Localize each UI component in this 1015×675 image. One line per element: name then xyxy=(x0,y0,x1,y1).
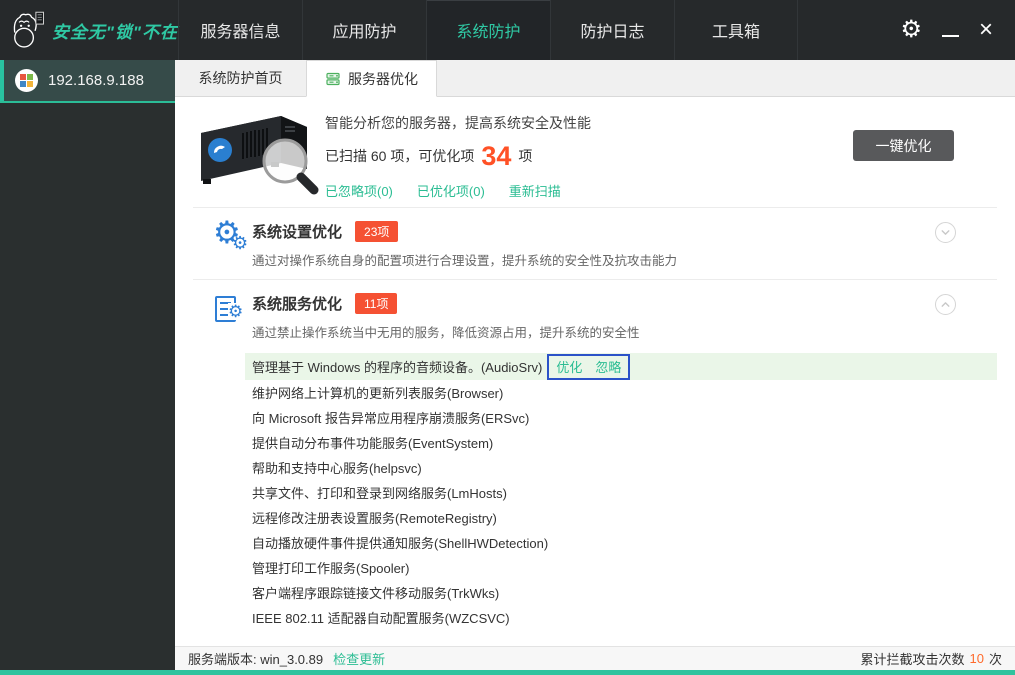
optimized-items-link[interactable]: 已优化项(0) xyxy=(417,181,485,200)
blocked-attacks-label: 累计拦截攻击次数 xyxy=(861,649,965,668)
service-action-box: 优化 忽略 xyxy=(547,354,630,380)
scan-links-row: 已忽略项(0) 已优化项(0) 重新扫描 xyxy=(325,181,591,200)
scan-summary-panel: 智能分析您的服务器，提高系统安全及性能 已扫描 60 项，可优化项 34 项 已… xyxy=(175,97,1015,207)
nav-item-protection-logs[interactable]: 防护日志 xyxy=(550,0,674,60)
scan-counts-line: 已扫描 60 项，可优化项 34 项 xyxy=(325,144,591,168)
nav-item-server-info[interactable]: 服务器信息 xyxy=(178,0,302,60)
service-row-lmhosts[interactable]: 共享文件、打印和登录到网络服务(LmHosts) xyxy=(245,480,997,505)
bottom-accent-strip xyxy=(0,670,1015,675)
service-label: 帮助和支持中心服务(helpsvc) xyxy=(252,458,422,477)
section-title: 系统服务优化 xyxy=(252,293,342,314)
server-version-label: 服务端版本: win_3.0.89 xyxy=(188,649,323,668)
settings-gear-icon[interactable]: ⚙ xyxy=(900,18,922,42)
blocked-attacks-counter: 累计拦截攻击次数 10 次 xyxy=(861,649,1003,668)
status-bar: 服务端版本: win_3.0.89 检查更新 累计拦截攻击次数 10 次 xyxy=(175,646,1015,670)
service-label: 管理基于 Windows 的程序的音频设备。(AudioSrv) xyxy=(252,357,542,376)
section-system-services: ⚙ 系统服务优化 11项 通过禁止操作系统当中无用的服务，降低资源占用，提升系统… xyxy=(175,280,1015,351)
ignored-items-link[interactable]: 已忽略项(0) xyxy=(325,181,393,200)
chevron-down-icon xyxy=(939,226,952,239)
blocked-attacks-count: 10 xyxy=(970,651,984,666)
service-row-ersvc[interactable]: 向 Microsoft 报告异常应用程序崩溃服务(ERSvc) xyxy=(245,405,997,430)
service-label: 提供自动分布事件功能服务(EventSystem) xyxy=(252,433,493,452)
service-label: 维护网络上计算机的更新列表服务(Browser) xyxy=(252,383,503,402)
service-label: 共享文件、打印和登录到网络服务(LmHosts) xyxy=(252,483,507,502)
windows-icon xyxy=(15,69,38,92)
item-count-badge: 11项 xyxy=(355,293,397,314)
scan-text-block: 智能分析您的服务器，提高系统安全及性能 已扫描 60 项，可优化项 34 项 已… xyxy=(325,113,591,200)
nav-item-system-protection[interactable]: 系统防护 xyxy=(426,0,550,60)
section-description: 通过禁止操作系统当中无用的服务，降低资源占用，提升系统的安全性 xyxy=(252,322,925,341)
one-click-optimize-button[interactable]: 一键优化 xyxy=(853,130,954,161)
tab-system-protection-home[interactable]: 系统防护首页 xyxy=(175,60,306,96)
server-sidebar: 192.168.9.188 xyxy=(0,60,175,670)
chevron-up-icon xyxy=(939,298,952,311)
service-row-helpsvc[interactable]: 帮助和支持中心服务(helpsvc) xyxy=(245,455,997,480)
server-stack-icon xyxy=(325,71,341,87)
app-logo-slogan: 安全无"锁"不在 xyxy=(52,18,178,43)
app-logo-icon xyxy=(8,5,47,55)
blocked-attacks-unit: 次 xyxy=(989,649,1002,668)
service-row-eventsystem[interactable]: 提供自动分布事件功能服务(EventSystem) xyxy=(245,430,997,455)
service-label: 向 Microsoft 报告异常应用程序崩溃服务(ERSvc) xyxy=(252,408,529,427)
service-label: 客户端程序跟踪链接文件移动服务(TrkWks) xyxy=(252,583,499,602)
service-list-icon: ⚙ xyxy=(215,295,249,331)
service-row-browser[interactable]: 维护网络上计算机的更新列表服务(Browser) xyxy=(245,380,997,405)
scan-headline: 智能分析您的服务器，提高系统安全及性能 xyxy=(325,113,591,133)
expand-section-button[interactable] xyxy=(935,222,956,243)
tab-server-optimization-label: 服务器优化 xyxy=(348,69,418,89)
service-row-audiosrv[interactable]: 管理基于 Windows 的程序的音频设备。(AudioSrv) 优化 忽略 xyxy=(245,353,997,380)
check-update-link[interactable]: 检查更新 xyxy=(333,649,385,668)
minimize-button[interactable] xyxy=(942,23,959,37)
rescan-link[interactable]: 重新扫描 xyxy=(509,181,561,200)
server-ip-label: 192.168.9.188 xyxy=(48,72,144,89)
scanned-suffix-text: 项 xyxy=(518,146,532,166)
service-list: 管理基于 Windows 的程序的音频设备。(AudioSrv) 优化 忽略 维… xyxy=(175,353,1015,630)
tab-server-optimization[interactable]: 服务器优化 xyxy=(306,60,437,97)
service-row-remoteregistry[interactable]: 远程修改注册表设置服务(RemoteRegistry) xyxy=(245,505,997,530)
gears-icon: ⚙ ⚙ xyxy=(215,223,249,259)
title-bar: 安全无"锁"不在 服务器信息 应用防护 系统防护 防护日志 工具箱 ⚙ × xyxy=(0,0,1015,60)
service-label: 远程修改注册表设置服务(RemoteRegistry) xyxy=(252,508,497,527)
nav-item-toolbox[interactable]: 工具箱 xyxy=(674,0,798,60)
service-row-trkwks[interactable]: 客户端程序跟踪链接文件移动服务(TrkWks) xyxy=(245,580,997,605)
section-system-settings: ⚙ ⚙ 系统设置优化 23项 通过对操作系统自身的配置项进行合理设置，提升系统的… xyxy=(175,208,1015,279)
item-count-badge: 23项 xyxy=(355,221,398,242)
ignore-service-link[interactable]: 忽略 xyxy=(595,357,621,376)
section-description: 通过对操作系统自身的配置项进行合理设置，提升系统的安全性及抗攻击能力 xyxy=(252,250,925,269)
window-controls: ⚙ × xyxy=(900,0,1015,60)
tab-strip: 系统防护首页 服务器优化 xyxy=(175,60,1015,97)
service-row-shellhwdetection[interactable]: 自动播放硬件事件提供通知服务(ShellHWDetection) xyxy=(245,530,997,555)
service-label: 自动播放硬件事件提供通知服务(ShellHWDetection) xyxy=(252,533,548,552)
service-label: IEEE 802.11 适配器自动配置服务(WZCSVC) xyxy=(252,608,510,627)
sidebar-server-item[interactable]: 192.168.9.188 xyxy=(0,60,175,103)
service-label: 管理打印工作服务(Spooler) xyxy=(252,558,409,577)
service-row-spooler[interactable]: 管理打印工作服务(Spooler) xyxy=(245,555,997,580)
server-illustration xyxy=(193,99,320,197)
nav-item-app-protection[interactable]: 应用防护 xyxy=(302,0,426,60)
close-button[interactable]: × xyxy=(979,18,993,42)
main-panel: 系统防护首页 服务器优化 xyxy=(175,60,1015,670)
service-row-wzcsvc[interactable]: IEEE 802.11 适配器自动配置服务(WZCSVC) xyxy=(245,605,997,630)
app-logo: 安全无"锁"不在 xyxy=(0,0,178,60)
section-title: 系统设置优化 xyxy=(252,221,342,242)
optimize-service-link[interactable]: 优化 xyxy=(556,357,582,376)
scanned-count-text: 已扫描 60 项，可优化项 xyxy=(325,146,474,166)
main-nav: 服务器信息 应用防护 系统防护 防护日志 工具箱 xyxy=(178,0,798,60)
optimizable-count: 34 xyxy=(481,144,511,168)
collapse-section-button[interactable] xyxy=(935,294,956,315)
